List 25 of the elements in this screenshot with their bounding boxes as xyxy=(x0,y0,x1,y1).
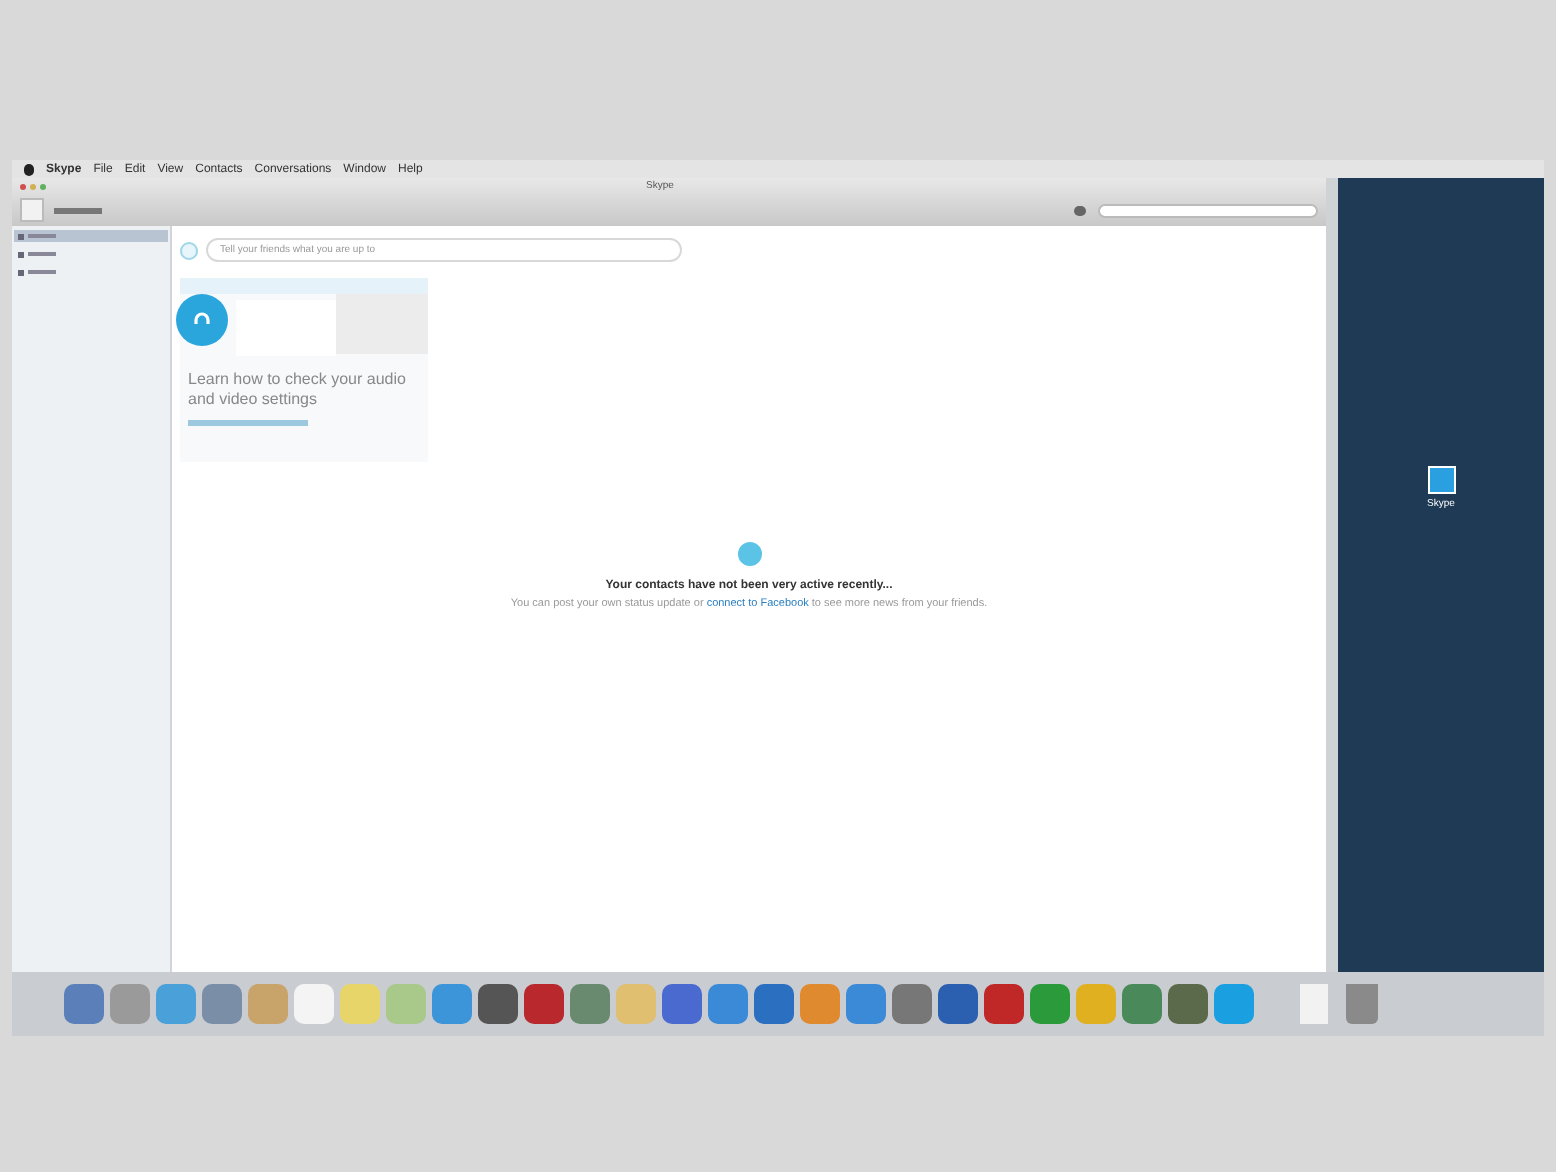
promo-text: Learn how to check your audio and video settings xyxy=(186,370,408,410)
dock-app-icon[interactable] xyxy=(1122,984,1162,1024)
avatar xyxy=(20,198,44,222)
dock-app-icon[interactable] xyxy=(478,984,518,1024)
dock-app-icon[interactable] xyxy=(708,984,748,1024)
dock-app-icon[interactable] xyxy=(432,984,472,1024)
dock-app-icon[interactable] xyxy=(754,984,794,1024)
dock-app-icon[interactable] xyxy=(64,984,104,1024)
feed-icon xyxy=(737,542,761,566)
sidebar-item[interactable] xyxy=(14,230,168,242)
dock-app-icon[interactable] xyxy=(846,984,886,1024)
dock-app-icon[interactable] xyxy=(984,984,1024,1024)
dock-app-icon[interactable] xyxy=(1168,984,1208,1024)
mood-icon xyxy=(180,241,198,259)
app-icon[interactable] xyxy=(1427,466,1455,494)
dock-app-icon[interactable] xyxy=(892,984,932,1024)
search-field[interactable] xyxy=(1098,203,1318,217)
dock-app-icon[interactable] xyxy=(662,984,702,1024)
dock-app-icon[interactable] xyxy=(938,984,978,1024)
dock-app-icon[interactable] xyxy=(202,984,242,1024)
dock-app-icon[interactable] xyxy=(1030,984,1070,1024)
dock-app-icon[interactable] xyxy=(524,984,564,1024)
profile-name-bar xyxy=(54,207,102,213)
dock-app-icon[interactable] xyxy=(570,984,610,1024)
video-thumbnail-shade xyxy=(336,294,428,354)
